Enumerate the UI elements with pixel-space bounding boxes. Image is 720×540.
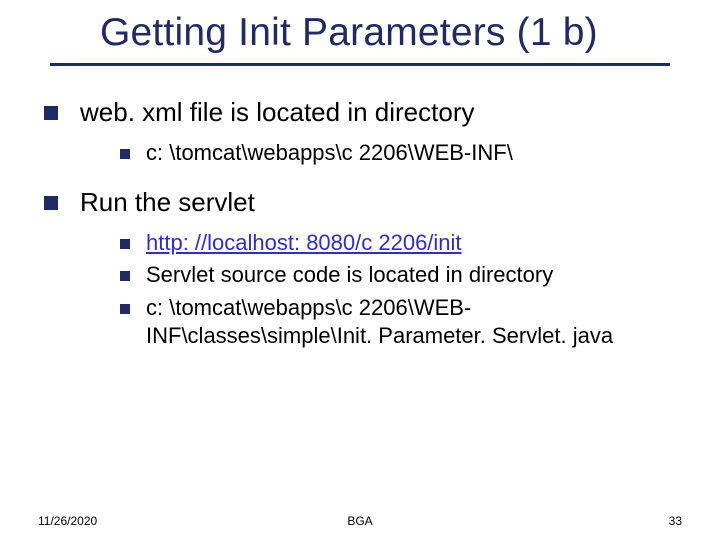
servlet-url-link[interactable]: http: //localhost: 8080/c 2206/init	[146, 230, 462, 255]
bullet-webxml-text: web. xml file is located in directory	[80, 97, 474, 127]
bullet-run-servlet: Run the servlet http: //localhost: 8080/…	[44, 186, 686, 350]
footer-page-number: 33	[669, 514, 682, 528]
sub-source-path: c: \tomcat\webapps\c 2206\WEB-INF\classe…	[120, 294, 686, 350]
sub-webinf-path-text: c: \tomcat\webapps\c 2206\WEB-INF\	[146, 140, 513, 165]
slide: Getting Init Parameters (1 b) web. xml f…	[0, 0, 720, 540]
sub-source-path-text: c: \tomcat\webapps\c 2206\WEB-INF\classe…	[146, 295, 613, 348]
sub-servlet-url: http: //localhost: 8080/c 2206/init	[120, 229, 686, 257]
bullet-run-servlet-text: Run the servlet	[80, 187, 255, 217]
title-underline	[50, 63, 670, 66]
footer-center: BGA	[0, 514, 720, 528]
slide-title: Getting Init Parameters (1 b)	[0, 12, 720, 55]
title-block: Getting Init Parameters (1 b)	[0, 12, 720, 66]
sub-source-located-text: Servlet source code is located in direct…	[146, 262, 553, 287]
sub-source-located: Servlet source code is located in direct…	[120, 261, 686, 289]
sub-webinf-path: c: \tomcat\webapps\c 2206\WEB-INF\	[120, 139, 686, 167]
content-block-1: web. xml file is located in directory c:…	[44, 96, 686, 177]
content-block-2: Run the servlet http: //localhost: 8080/…	[44, 186, 686, 360]
bullet-webxml: web. xml file is located in directory c:…	[44, 96, 686, 167]
